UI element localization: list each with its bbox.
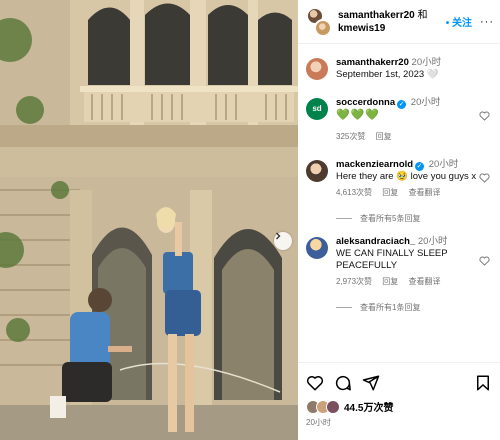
comments-list[interactable]: samanthakerr20 20小时 September 1st, 2023 … <box>298 45 500 362</box>
comment-item: mackenziearnold ✓ 20小时 Here they are 🥹 lo… <box>298 159 500 199</box>
view-replies-label: 查看所有5条回复 <box>360 214 421 223</box>
comment-likes[interactable]: 4,613次赞 <box>336 188 372 197</box>
comment-likes[interactable]: 325次赞 <box>336 132 365 141</box>
caption-username[interactable]: samanthakerr20 <box>336 57 409 68</box>
heart-icon[interactable] <box>306 374 324 392</box>
reply-button[interactable]: 回复 <box>382 188 398 197</box>
connector-text: 和 <box>417 9 428 21</box>
comment-username[interactable]: mackenziearnold <box>336 159 413 170</box>
view-replies-button[interactable]: 查看所有1条回复 <box>298 302 500 313</box>
heart-icon[interactable] <box>479 256 490 266</box>
avatar[interactable] <box>306 237 328 259</box>
caption-text: September 1st, 2023 🤍 <box>336 69 439 80</box>
view-replies-button[interactable]: 查看所有5条回复 <box>298 213 500 224</box>
post-side-panel: samanthakerr20 和 kmewis19 • 关注 ··· saman… <box>298 0 500 440</box>
comment-text: Here they are 🥹 love you guys x <box>336 171 477 182</box>
comment-username[interactable]: soccerdonna <box>336 97 395 108</box>
comment-time[interactable]: 20小时 <box>429 159 459 170</box>
comment-text: 💚💚💚 <box>336 109 381 121</box>
comment-time[interactable]: 20小时 <box>418 236 448 247</box>
view-replies-label: 查看所有1条回复 <box>360 303 421 312</box>
verified-icon: ✓ <box>397 100 407 109</box>
follow-button[interactable]: • 关注 <box>446 14 472 29</box>
liker-avatars <box>306 399 344 414</box>
likes-count[interactable]: 44.5万次赞 <box>344 399 393 414</box>
post-time[interactable]: 20小时 <box>298 414 500 428</box>
avatar <box>314 18 332 37</box>
comment-text: WE CAN FINALLY SLEEP PEACEFULLY <box>336 248 448 271</box>
collab-avatars[interactable] <box>306 6 332 37</box>
collab-usernames: samanthakerr20 和 kmewis19 <box>332 9 446 35</box>
verified-icon: ✓ <box>415 162 425 171</box>
avatar[interactable] <box>306 160 328 182</box>
username-link[interactable]: samanthakerr20 <box>338 10 415 21</box>
chevron-right-icon <box>276 232 281 240</box>
avatar[interactable] <box>306 58 328 80</box>
reply-button[interactable]: 回复 <box>376 132 392 141</box>
post-header: samanthakerr20 和 kmewis19 • 关注 ··· <box>298 0 500 44</box>
reply-button[interactable]: 回复 <box>382 277 398 286</box>
translate-button[interactable]: 查看翻译 <box>409 188 441 197</box>
translate-button[interactable]: 查看翻译 <box>409 277 441 286</box>
next-photo-button[interactable] <box>274 232 292 250</box>
replies-divider <box>336 307 352 308</box>
more-icon[interactable]: ··· <box>480 16 494 28</box>
username-link[interactable]: kmewis19 <box>338 23 385 34</box>
post-actions: 44.5万次赞 20小时 <box>298 362 500 440</box>
likes-row[interactable]: 44.5万次赞 <box>298 395 500 414</box>
heart-icon[interactable] <box>479 173 490 183</box>
bookmark-icon[interactable] <box>474 374 492 392</box>
avatar[interactable]: sd <box>306 98 328 120</box>
comment-time[interactable]: 20小时 <box>411 97 441 108</box>
comment-icon[interactable] <box>334 374 352 392</box>
replies-divider <box>336 218 352 219</box>
avatar <box>326 399 340 414</box>
proposal-photo-image <box>0 0 298 440</box>
share-icon[interactable] <box>362 374 380 392</box>
post-photo <box>0 0 298 440</box>
comment-item: sd soccerdonna ✓ 20小时 💚💚💚 325次赞 回复 <box>298 97 500 143</box>
heart-icon[interactable] <box>479 111 490 121</box>
caption-time[interactable]: 20小时 <box>412 57 442 68</box>
comment-username[interactable]: aleksandraciach_ <box>336 236 415 247</box>
comment-item: aleksandraciach_ 20小时 WE CAN FINALLY SLE… <box>298 236 500 288</box>
comment-likes[interactable]: 2,973次赞 <box>336 277 372 286</box>
caption: samanthakerr20 20小时 September 1st, 2023 … <box>298 57 500 81</box>
